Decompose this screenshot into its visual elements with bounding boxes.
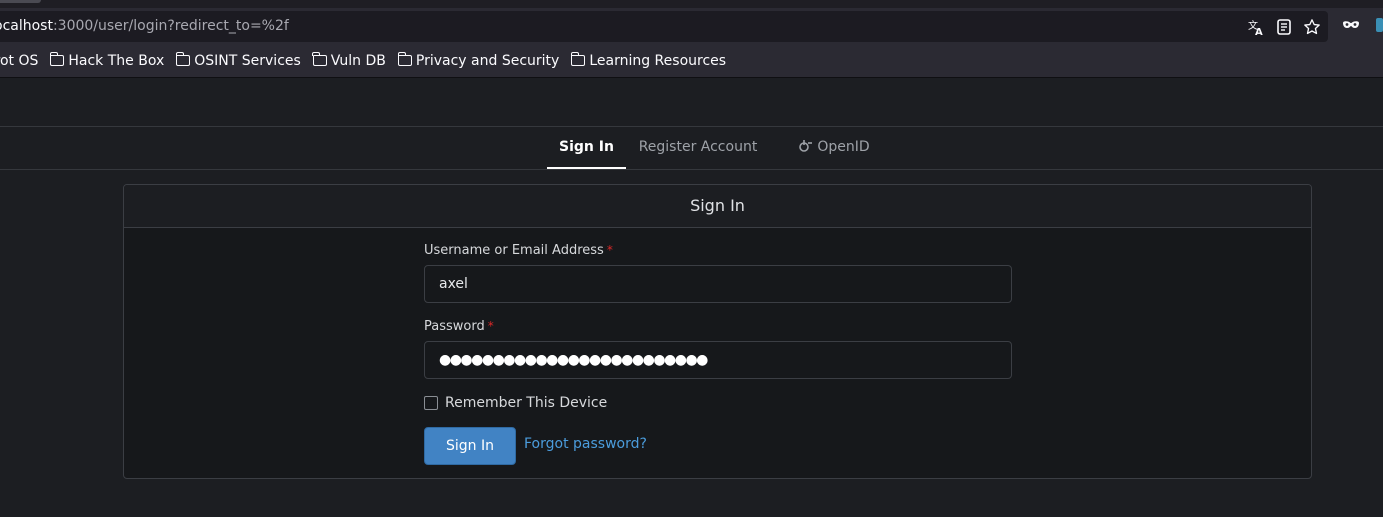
bookmark-label: Learning Resources bbox=[589, 52, 727, 69]
bookmark-folder-vuln-db[interactable]: Vuln DB bbox=[312, 44, 386, 77]
password-label-text: Password bbox=[424, 319, 485, 334]
tab-sign-in[interactable]: Sign In bbox=[547, 127, 626, 169]
tab-sign-in-label: Sign In bbox=[559, 139, 614, 155]
bookmark-star-icon[interactable] bbox=[1298, 11, 1326, 42]
bookmark-parrot-os[interactable]: rrot OS bbox=[0, 44, 38, 77]
folder-icon bbox=[570, 52, 586, 66]
folder-icon bbox=[312, 52, 327, 66]
username-label: Username or Email Address * bbox=[424, 243, 613, 258]
username-label-text: Username or Email Address bbox=[424, 243, 604, 258]
sign-in-card: Sign In Username or Email Address * axel … bbox=[123, 184, 1312, 479]
sign-in-button-label: Sign In bbox=[446, 438, 494, 454]
remember-device-row[interactable]: Remember This Device bbox=[424, 395, 607, 411]
browser-tab-strip bbox=[0, 0, 1383, 8]
bookmark-folder-privacy-security[interactable]: Privacy and Security bbox=[397, 44, 560, 77]
required-asterisk: * bbox=[606, 243, 613, 257]
bookmark-label: Hack The Box bbox=[68, 52, 165, 69]
sign-in-button[interactable]: Sign In bbox=[424, 427, 516, 465]
address-bar-text: ocalhost:3000/user/login?redirect_to=%2f bbox=[0, 11, 289, 42]
password-input[interactable]: ●●●●●●●●●●●●●●●●●●●●●●●●● bbox=[424, 341, 1012, 379]
browser-toolbar: ocalhost:3000/user/login?redirect_to=%2f… bbox=[0, 8, 1383, 44]
username-value: axel bbox=[439, 276, 468, 292]
forgot-password-link[interactable]: Forgot password? bbox=[524, 436, 647, 452]
bookmark-label: rrot OS bbox=[0, 52, 39, 69]
folder-icon bbox=[49, 52, 65, 66]
translate-icon[interactable]: 文A bbox=[1242, 11, 1270, 42]
tab-register-account[interactable]: Register Account bbox=[630, 127, 766, 169]
browser-tab[interactable] bbox=[0, 0, 41, 3]
folder-icon bbox=[175, 52, 191, 66]
tab-openid-label: OpenID bbox=[817, 139, 870, 155]
svg-text:A: A bbox=[1255, 27, 1263, 36]
card-title: Sign In bbox=[124, 185, 1311, 228]
bookmarks-bar: rrot OS Hack The Box OSINT Services Vuln… bbox=[0, 44, 1383, 78]
site-navbar bbox=[0, 78, 1383, 127]
password-label: Password * bbox=[424, 319, 494, 334]
auth-tab-bar: Sign In Register Account OpenID bbox=[0, 127, 1383, 170]
bookmark-folder-hack-the-box[interactable]: Hack The Box bbox=[49, 44, 165, 77]
bookmark-folder-osint-services[interactable]: OSINT Services bbox=[175, 44, 301, 77]
openid-icon bbox=[798, 127, 813, 167]
remember-device-checkbox[interactable] bbox=[424, 396, 438, 410]
folder-icon bbox=[397, 52, 412, 66]
tab-openid[interactable]: OpenID bbox=[788, 127, 880, 169]
bookmark-folder-learning-resources[interactable]: Learning Resources bbox=[570, 44, 727, 77]
bookmark-label: Privacy and Security bbox=[415, 52, 560, 69]
bookmark-label: OSINT Services bbox=[194, 52, 301, 69]
reader-mode-icon[interactable] bbox=[1270, 11, 1298, 42]
address-bar[interactable]: ocalhost:3000/user/login?redirect_to=%2f… bbox=[0, 11, 1328, 42]
extension-icon[interactable] bbox=[1376, 18, 1383, 32]
password-masked-value: ●●●●●●●●●●●●●●●●●●●●●●●●● bbox=[439, 352, 708, 368]
username-input[interactable]: axel bbox=[424, 265, 1012, 303]
url-path: :3000/user/login?redirect_to=%2f bbox=[52, 18, 289, 34]
tab-register-label: Register Account bbox=[638, 139, 758, 155]
private-mask-icon[interactable] bbox=[1338, 9, 1364, 40]
remember-device-label[interactable]: Remember This Device bbox=[445, 395, 607, 411]
required-asterisk: * bbox=[487, 319, 494, 333]
bookmark-label: Vuln DB bbox=[330, 52, 386, 69]
url-host: ocalhost bbox=[0, 18, 53, 34]
